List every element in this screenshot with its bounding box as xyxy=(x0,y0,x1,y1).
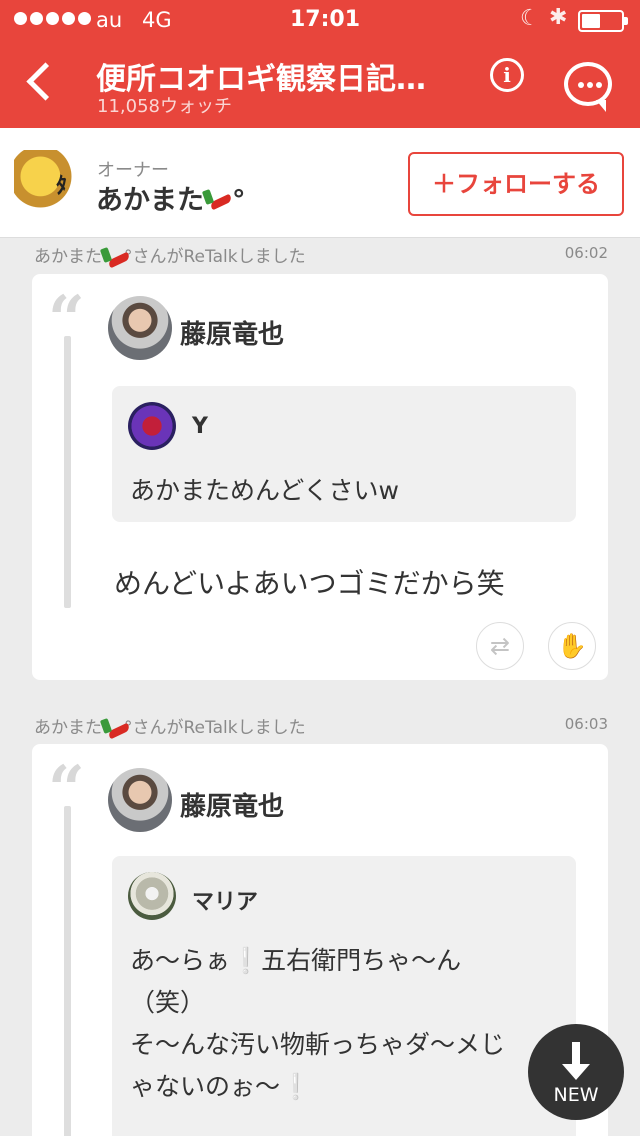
signal-strength-icon xyxy=(14,12,91,25)
app-header: au 4G 17:01 ☾ ✱ 便所コオロギ観察日記… 11,058ウォッチ i xyxy=(0,0,640,128)
status-time: 17:01 xyxy=(290,7,361,32)
owner-name-text: あかまた xyxy=(96,185,204,216)
quoted-message[interactable]: マリア あ〜らぁ❕五右衛門ちゃ〜ん （笑） そ〜んな汚い物斬っちゃダ〜メじ ゃな… xyxy=(112,856,576,1136)
retalk-notice: あかまた °さんがReTalkしました 06:02 xyxy=(34,242,608,267)
arrow-down-icon xyxy=(562,1042,590,1080)
author-name[interactable]: 藤原竜也 xyxy=(180,786,284,823)
thread-line xyxy=(64,336,71,608)
message-text: めんどいよあいつゴミだから笑 xyxy=(114,567,505,600)
quoted-author: マリア xyxy=(192,890,259,915)
bluetooth-icon: ✱ xyxy=(549,5,568,30)
retalk-icon[interactable]: ⇄ xyxy=(476,622,524,670)
network-type: 4G xyxy=(142,8,172,32)
quoted-author: Y xyxy=(192,414,208,439)
retalk-user[interactable]: あかまた xyxy=(34,247,102,267)
chili-icon xyxy=(102,248,124,266)
do-not-disturb-icon: ☾ xyxy=(520,6,540,31)
watch-count: 11,058ウォッチ xyxy=(97,96,232,117)
avatar xyxy=(128,872,176,920)
quoted-message[interactable]: Y あかまためんどくさいw xyxy=(112,386,576,522)
timestamp: 06:03 xyxy=(564,715,608,733)
battery-icon xyxy=(578,10,628,32)
owner-name-suffix: ° xyxy=(232,185,246,216)
timestamp: 06:02 xyxy=(564,244,608,262)
hand-icon[interactable]: ✋ xyxy=(548,622,596,670)
info-icon[interactable]: i xyxy=(490,58,524,92)
avatar xyxy=(128,402,176,450)
quoted-text-line: （笑） xyxy=(130,988,206,1017)
avatar[interactable] xyxy=(108,768,172,832)
retalk-message: °さんがReTalkしました xyxy=(124,247,306,267)
quoted-text-line: そ〜んな汚い物斬っちゃダ〜メじ xyxy=(130,1030,506,1059)
chat-icon[interactable] xyxy=(564,62,612,112)
owner-avatar[interactable]: ﾀ xyxy=(14,150,80,216)
new-messages-button[interactable]: NEW xyxy=(528,1024,624,1120)
follow-button[interactable]: ＋フォローする xyxy=(408,152,624,216)
thread-line xyxy=(64,806,71,1136)
retalk-message: °さんがReTalkしました xyxy=(124,718,306,738)
author-name[interactable]: 藤原竜也 xyxy=(180,314,284,351)
chili-icon xyxy=(204,190,232,214)
status-bar: au 4G 17:01 ☾ ✱ xyxy=(0,0,640,40)
carrier-label: au xyxy=(96,8,123,32)
retalk-notice: あかまた °さんがReTalkしました 06:03 xyxy=(34,713,608,738)
retalk-user[interactable]: あかまた xyxy=(34,718,102,738)
quoted-text-line: ゃないのぉ〜❕ xyxy=(130,1072,312,1101)
quoted-text: あかまためんどくさいw xyxy=(130,476,399,505)
chili-icon xyxy=(102,719,124,737)
quoted-text-line: あ〜らぁ❕五右衛門ちゃ〜ん xyxy=(130,946,462,975)
avatar[interactable] xyxy=(108,296,172,360)
owner-row: ﾀ オーナー あかまた ° ＋フォローする xyxy=(0,128,640,238)
owner-name[interactable]: あかまた ° xyxy=(96,178,246,217)
back-button[interactable] xyxy=(18,58,62,108)
talk-card: “ 藤原竜也 Y あかまためんどくさいw めんどいよあいつゴミだから笑 ⇄ ✋ xyxy=(32,274,608,680)
quoted-text: あ〜らぁ❕五右衛門ちゃ〜ん （笑） そ〜んな汚い物斬っちゃダ〜メじ ゃないのぉ〜… xyxy=(130,940,560,1108)
talk-card: “ 藤原竜也 マリア あ〜らぁ❕五右衛門ちゃ〜ん （笑） そ〜んな汚い物斬っちゃ… xyxy=(32,744,608,1136)
new-label: NEW xyxy=(553,1084,599,1106)
